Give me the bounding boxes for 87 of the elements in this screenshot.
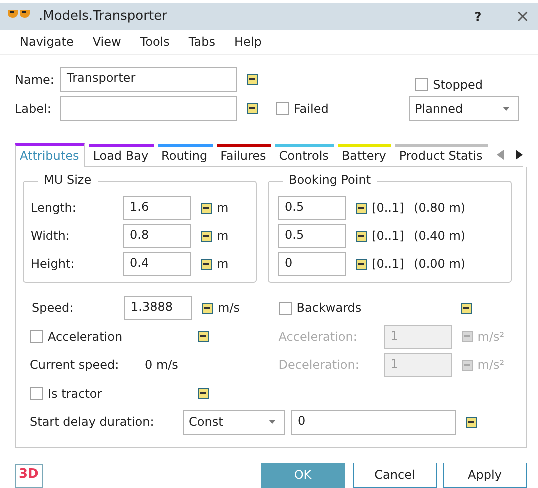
tab[interactable]: Product Statis (395, 144, 488, 166)
close-button[interactable]: × (516, 6, 530, 26)
dialog-button[interactable]: Apply (443, 463, 527, 488)
range-label: [0..1] (372, 229, 406, 243)
checkbox[interactable] (30, 387, 43, 400)
field-label: Length: (30, 201, 78, 215)
tab[interactable]: Battery (338, 144, 392, 166)
field-label: Height: (30, 257, 76, 271)
menu-item[interactable]: Tools (140, 35, 170, 49)
field-label: Name: (15, 72, 56, 86)
minus-box-icon[interactable] (247, 74, 258, 85)
minus-box-icon[interactable] (198, 388, 209, 400)
unit-label: m/s² (478, 358, 505, 372)
checkbox[interactable] (415, 78, 428, 91)
tab[interactable]: Failures (216, 144, 272, 166)
checkbox[interactable] (278, 302, 292, 315)
minus-box-icon[interactable] (201, 202, 212, 214)
input-field: 1 (384, 353, 452, 378)
menu-item[interactable]: View (92, 35, 122, 49)
range-label: [0..1] (372, 257, 406, 271)
checkbox-label: Failed (294, 102, 329, 116)
caret-icon (503, 106, 510, 110)
unit-label: m (217, 257, 229, 271)
scroll-right-icon[interactable] (516, 150, 523, 160)
minus-box-icon[interactable] (466, 416, 477, 428)
checkbox-label: Backwards (296, 301, 362, 316)
dialog-button[interactable]: Cancel (353, 463, 437, 488)
minus-box-icon[interactable] (198, 331, 209, 342)
minus-box-icon (462, 360, 473, 371)
name-field[interactable]: Transporter (60, 67, 237, 92)
field-label: Width: (30, 229, 71, 243)
reading-text: (0.80 m) (414, 201, 466, 215)
input-field[interactable]: 0.5 (278, 224, 346, 248)
minus-box-icon[interactable] (247, 103, 258, 114)
unit-label: m/s² (478, 330, 505, 344)
range-label: [0..1] (372, 201, 406, 215)
minus-box-icon[interactable] (356, 230, 368, 242)
minus-box-icon[interactable] (201, 258, 212, 270)
menu-item[interactable]: Navigate (20, 35, 74, 49)
checkbox-label: Acceleration (48, 330, 123, 344)
checkbox-label: Stopped (433, 78, 483, 92)
input-field[interactable]: 1.3888 (124, 296, 192, 320)
minus-box-icon (462, 331, 473, 342)
minus-box-icon[interactable] (201, 230, 212, 242)
group-title: Booking Point (283, 173, 378, 187)
unit-label: m (217, 201, 229, 215)
checkbox[interactable] (276, 102, 289, 115)
dropdown[interactable]: Planned (409, 96, 519, 121)
window-title: .Models.Transporter (39, 9, 168, 24)
minus-box-icon[interactable] (356, 258, 368, 270)
app-icon (8, 10, 30, 18)
field-label: Start delay duration: (30, 415, 156, 430)
input-field: 1 (384, 324, 452, 349)
minus-box-icon[interactable] (460, 302, 472, 314)
tab[interactable]: Routing (158, 144, 213, 166)
reading-text: (0.40 m) (414, 229, 466, 243)
group-title: MU Size (38, 173, 98, 187)
menu-item[interactable]: Help (234, 35, 262, 49)
dropdown[interactable]: Const (183, 410, 285, 435)
minus-box-icon[interactable] (356, 202, 368, 214)
field-label: Current speed: (30, 358, 120, 372)
caret-icon (269, 420, 276, 424)
label-field[interactable] (60, 96, 237, 121)
reading-text: (0.00 m) (414, 257, 466, 271)
field-label: Label: (15, 102, 52, 116)
checkbox[interactable] (30, 330, 43, 344)
input-field[interactable]: 0.5 (278, 196, 346, 220)
field-label: Speed: (31, 301, 75, 316)
tab[interactable]: Attributes (15, 143, 86, 167)
menu-item[interactable]: Tabs (188, 35, 216, 49)
unit-label: m (217, 229, 229, 243)
help-button[interactable]: ? (474, 10, 482, 24)
input-field[interactable]: 0.4 (123, 252, 191, 276)
input-field[interactable]: 0.8 (123, 224, 191, 248)
minus-box-icon[interactable] (202, 302, 213, 314)
field-label: Acceleration: (278, 330, 358, 344)
input-field[interactable]: 0 (291, 410, 456, 435)
tab[interactable]: Load Bay (89, 144, 154, 166)
input-field[interactable]: 0 (278, 252, 346, 276)
checkbox-label: Is tractor (48, 386, 102, 401)
scroll-left-icon[interactable] (496, 150, 504, 160)
tab[interactable]: Controls (275, 144, 334, 166)
input-field[interactable]: 1.6 (123, 196, 191, 220)
field-label: Deceleration: (278, 358, 360, 372)
value-text: 0 m/s (145, 358, 178, 372)
3d-button[interactable]: 3D (15, 464, 43, 488)
unit-label: m/s (218, 301, 240, 316)
